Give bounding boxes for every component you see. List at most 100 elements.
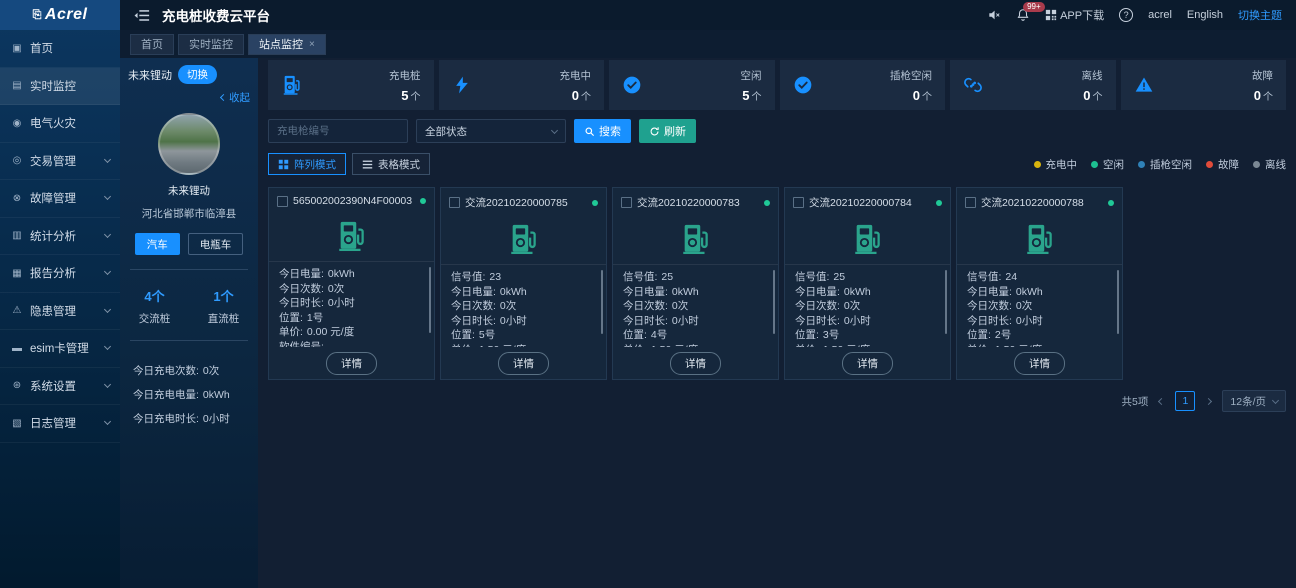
- scrollbar[interactable]: [601, 270, 603, 334]
- stat-line: 今日充电电量:0kWh: [133, 383, 258, 407]
- search-button-label: 搜索: [599, 123, 621, 139]
- vehicle-tab-ebike[interactable]: 电瓶车: [188, 233, 244, 255]
- menu-fold-icon[interactable]: [134, 9, 150, 22]
- list-icon: [362, 159, 373, 170]
- sidebar-item-home[interactable]: ▣首页: [0, 30, 120, 68]
- device-title: 交流20210220000784: [809, 195, 931, 210]
- status-card-count: 5: [401, 88, 408, 103]
- app-download-button[interactable]: APP下载: [1045, 7, 1104, 23]
- status-summary-row: 充电桩5个 充电中0个 空闲5个 插枪空闲0个: [268, 60, 1286, 110]
- legend-dot: [1091, 161, 1098, 168]
- close-icon[interactable]: ×: [309, 39, 315, 50]
- chevron-down-icon: [104, 156, 111, 163]
- status-card-total-piles: 充电桩5个: [268, 60, 434, 110]
- detail-button[interactable]: 详情: [498, 352, 549, 375]
- page-number[interactable]: 1: [1175, 391, 1195, 411]
- device-status-dot: [592, 200, 598, 206]
- notifications-button[interactable]: 99+: [1016, 8, 1030, 22]
- check-circle-icon: [622, 75, 642, 95]
- tab-realtime-monitor[interactable]: 实时监控: [178, 34, 244, 55]
- page-size-select[interactable]: 12条/页: [1222, 390, 1286, 412]
- status-select[interactable]: 全部状态: [416, 119, 566, 143]
- dc-pile-count: 1个 直流桩: [189, 286, 258, 326]
- device-field: 信号值:25: [795, 270, 940, 285]
- device-card[interactable]: 交流20210220000783 信号值:25 今日电量:0kWh 今日次数:0…: [612, 187, 779, 380]
- next-page-button[interactable]: [1204, 397, 1213, 406]
- charging-pile-icon: [269, 210, 434, 262]
- device-checkbox[interactable]: [449, 197, 460, 208]
- status-card-fault: 故障0个: [1121, 60, 1287, 110]
- device-field: 今日时长:0小时: [967, 314, 1112, 329]
- collapse-panel-link[interactable]: 收起: [120, 86, 258, 107]
- sidebar-item-reports[interactable]: ▦报告分析: [0, 255, 120, 293]
- scrollbar[interactable]: [429, 267, 431, 333]
- status-card-count: 5: [742, 88, 749, 103]
- table-mode-label: 表格模式: [378, 157, 420, 172]
- search-button[interactable]: 搜索: [574, 119, 631, 143]
- station-switch-button[interactable]: 切换: [178, 65, 217, 84]
- device-field: 今日电量:0kWh: [279, 267, 424, 282]
- device-field: 单价:1.50 元/度: [623, 343, 768, 348]
- gear-icon: ⊛: [10, 380, 24, 391]
- sidebar-item-electrical-fire[interactable]: ◉电气火灾: [0, 105, 120, 143]
- gun-number-input[interactable]: [268, 119, 408, 143]
- detail-button[interactable]: 详情: [326, 352, 377, 375]
- grid-mode-label: 阵列模式: [294, 157, 336, 172]
- theme-switch-link[interactable]: 切换主题: [1238, 7, 1282, 23]
- ac-pile-number: 4个: [120, 286, 189, 305]
- device-field: 单价:1.50 元/度: [451, 343, 596, 348]
- sidebar-item-esim[interactable]: ▬esim卡管理: [0, 330, 120, 368]
- notification-badge: 99+: [1023, 2, 1045, 12]
- sidebar-item-statistics[interactable]: ▥统计分析: [0, 218, 120, 256]
- charging-pile-icon: [785, 213, 950, 265]
- tab-label: 站点监控: [259, 36, 303, 52]
- app-window: ⎘Acrel ▣首页 ▤实时监控 ◉电气火灾 ◎交易管理 ⊗故障管理 ▥统计分析…: [0, 0, 1296, 588]
- device-card[interactable]: 交流20210220000784 信号值:25 今日电量:0kWh 今日次数:0…: [784, 187, 951, 380]
- language-switch[interactable]: English: [1187, 9, 1223, 21]
- scrollbar[interactable]: [1117, 270, 1119, 334]
- table-mode-button[interactable]: 表格模式: [352, 153, 430, 175]
- sidebar-item-logs[interactable]: ▧日志管理: [0, 405, 120, 443]
- mute-icon[interactable]: [987, 8, 1001, 22]
- device-card[interactable]: 交流20210220000785 信号值:23 今日电量:0kWh 今日次数:0…: [440, 187, 607, 380]
- sidebar-item-label: 隐患管理: [30, 303, 105, 319]
- sidebar-item-settings[interactable]: ⊛系统设置: [0, 368, 120, 406]
- tab-site-monitor[interactable]: 站点监控 ×: [248, 34, 326, 55]
- refresh-icon: [649, 126, 660, 137]
- refresh-button[interactable]: 刷新: [639, 119, 696, 143]
- sidebar-item-faults[interactable]: ⊗故障管理: [0, 180, 120, 218]
- username[interactable]: acrel: [1148, 9, 1172, 21]
- sidebar-item-label: 统计分析: [30, 228, 105, 244]
- device-title: 565002002390N4F00003: [293, 195, 415, 207]
- sidebar-item-hazards[interactable]: ⚠隐患管理: [0, 293, 120, 331]
- legend-gun-idle: 插枪空闲: [1138, 157, 1192, 172]
- sidebar-item-label: 首页: [30, 40, 110, 56]
- help-icon[interactable]: ?: [1119, 8, 1133, 22]
- device-checkbox[interactable]: [793, 197, 804, 208]
- detail-button[interactable]: 详情: [1014, 352, 1065, 375]
- status-card-unit: 个: [411, 92, 421, 103]
- detail-button[interactable]: 详情: [670, 352, 721, 375]
- dc-pile-label: 直流桩: [189, 311, 258, 326]
- sidebar-item-realtime-monitor[interactable]: ▤实时监控: [0, 68, 120, 106]
- device-card[interactable]: 565002002390N4F00003 今日电量:0kWh 今日次数:0次 今…: [268, 187, 435, 380]
- device-checkbox[interactable]: [277, 196, 288, 207]
- detail-button[interactable]: 详情: [842, 352, 893, 375]
- device-checkbox[interactable]: [621, 197, 632, 208]
- divider: [130, 269, 248, 270]
- device-field: 位置:4号: [623, 328, 768, 343]
- scrollbar[interactable]: [945, 270, 947, 334]
- legend-dot: [1206, 161, 1213, 168]
- vehicle-tab-car[interactable]: 汽车: [135, 233, 180, 255]
- scrollbar[interactable]: [773, 270, 775, 334]
- prev-page-button[interactable]: [1157, 397, 1166, 406]
- device-card[interactable]: 交流20210220000788 信号值:24 今日电量:0kWh 今日次数:0…: [956, 187, 1123, 380]
- grid-mode-button[interactable]: 阵列模式: [268, 153, 346, 175]
- ac-pile-label: 交流桩: [120, 311, 189, 326]
- status-card-unit: 个: [752, 92, 762, 103]
- sidebar-item-transactions[interactable]: ◎交易管理: [0, 143, 120, 181]
- device-field: 信号值:25: [623, 270, 768, 285]
- device-checkbox[interactable]: [965, 197, 976, 208]
- sidebar-item-label: 日志管理: [30, 415, 105, 431]
- tab-home[interactable]: 首页: [130, 34, 174, 55]
